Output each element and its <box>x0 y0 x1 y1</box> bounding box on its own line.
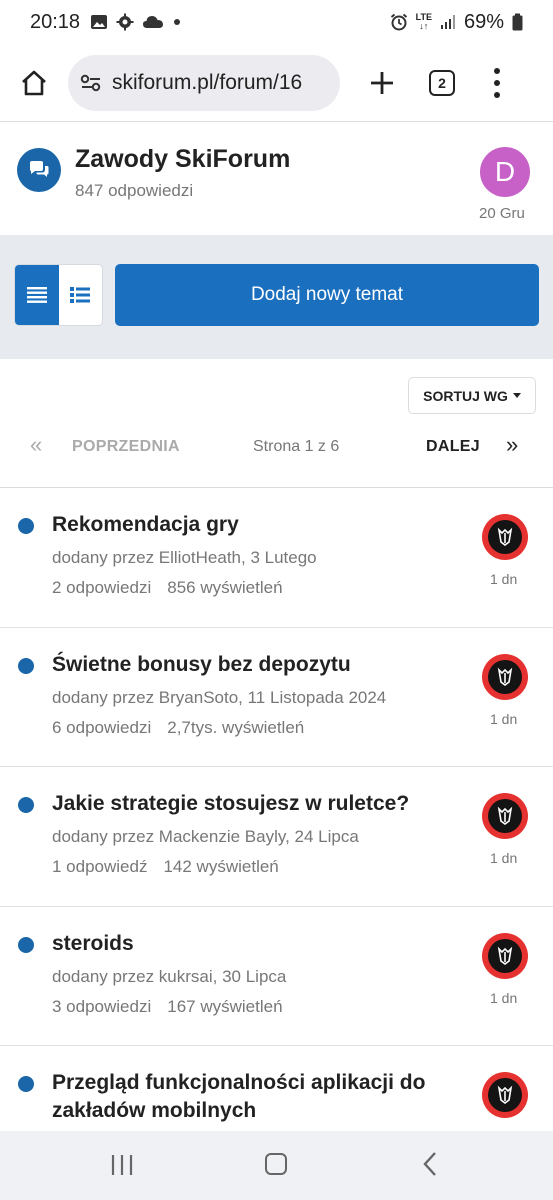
topic-meta: dodany przez ElliotHeath, 3 Lutego <box>52 548 317 567</box>
unread-dot-icon <box>18 1076 34 1092</box>
browser-toolbar: skiforum.pl/forum/16 2 <box>0 44 553 122</box>
unread-dot-icon <box>18 657 34 674</box>
menu-dot-icon <box>494 91 500 98</box>
battery-percent: 69% <box>463 10 504 33</box>
first-page-button[interactable]: « <box>30 434 42 456</box>
poster-avatar[interactable] <box>482 793 528 839</box>
topic-title[interactable]: Świetne bonusy bez depozytu <box>52 651 467 679</box>
category-title: Zawody SkiForum <box>75 145 291 173</box>
next-page-button[interactable]: DALEJ <box>426 438 480 456</box>
topic-title[interactable]: Rekomendacja gry <box>52 511 467 539</box>
plus-icon <box>371 71 393 94</box>
alarm-icon <box>390 13 407 31</box>
topic-views: 167 wyświetleń <box>167 996 283 1016</box>
last-page-button[interactable]: » <box>506 434 518 456</box>
last-post-date: 20 Gru <box>479 205 525 222</box>
emblem-icon <box>497 946 513 965</box>
sort-label: SORTUJ WG <box>423 387 508 404</box>
signal-icon <box>440 15 455 29</box>
tab-count: 2 <box>429 69 455 96</box>
topic-views: 142 wyświetleń <box>163 857 279 876</box>
topic-age: 1 dn <box>490 989 518 1006</box>
tab-switcher-button[interactable]: 2 <box>422 63 462 103</box>
topic-title[interactable]: steroids <box>52 930 467 958</box>
topic-age: 1 dn <box>490 850 518 866</box>
topic-meta: dodany przez kukrsai, 30 Lipca <box>52 966 287 986</box>
unread-dot-icon <box>18 936 34 953</box>
network-type: LTE ↓↑ <box>415 12 432 31</box>
topic-stats: 1 odpowiedź 142 wyświetleń <box>52 857 279 877</box>
category-header: Zawody SkiForum 847 odpowiedzi D 20 Gru <box>0 123 553 235</box>
topic-age: 1 dn <box>490 710 518 727</box>
notification-dot-icon <box>174 19 181 25</box>
poster-avatar[interactable] <box>482 1072 528 1118</box>
topic-toolbar: Dodaj nowy temat <box>0 235 553 359</box>
topic-stats: 3 odpowiedzi 167 wyświetleń <box>52 997 283 1017</box>
topic-meta: dodany przez Mackenzie Bayly, 24 Lipca <box>52 827 359 846</box>
topic-row[interactable]: steroids dodany przez kukrsai, 30 Lipca … <box>0 907 553 1046</box>
cloud-icon <box>143 16 164 28</box>
previous-page-button[interactable]: POPRZEDNIA <box>72 438 180 456</box>
unread-dot-icon <box>18 518 34 534</box>
browser-home-button[interactable] <box>14 63 54 103</box>
topic-age: 1 dn <box>490 571 518 587</box>
topic-replies: 3 odpowiedzi <box>52 996 152 1016</box>
gallery-icon <box>91 15 108 29</box>
status-time: 20:18 <box>30 10 81 33</box>
poster-avatar[interactable] <box>482 932 528 979</box>
category-chat-icon <box>17 148 61 192</box>
battery-icon <box>512 13 523 31</box>
address-bar[interactable]: skiforum.pl/forum/16 <box>68 54 340 111</box>
compact-view-button[interactable] <box>15 265 59 325</box>
pagination: « POPRZEDNIA Strona 1 z 6 DALEJ » <box>0 427 553 467</box>
topic-row[interactable]: Jakie strategie stosujesz w ruletce? dod… <box>0 767 553 907</box>
topic-replies: 6 odpowiedzi <box>52 717 152 737</box>
unread-dot-icon <box>18 797 34 813</box>
topic-stats: 6 odpowiedzi 2,7tys. wyświetleń <box>52 718 304 738</box>
view-toggle <box>14 264 103 326</box>
new-topic-button[interactable]: Dodaj nowy temat <box>115 264 539 326</box>
topic-views: 2,7tys. wyświetleń <box>167 717 305 737</box>
recent-apps-icon[interactable] <box>110 1154 134 1176</box>
topic-title[interactable]: Jakie strategie stosujesz w ruletce? <box>52 790 467 818</box>
poster-avatar[interactable] <box>482 514 528 560</box>
emblem-icon <box>497 667 513 686</box>
home-nav-icon[interactable] <box>265 1153 287 1175</box>
topic-list: Rekomendacja gry dodany przez ElliotHeat… <box>0 488 553 1186</box>
topic-stats: 2 odpowiedzi 856 wyświetleń <box>52 578 283 598</box>
emblem-icon <box>497 527 513 546</box>
expanded-view-button[interactable] <box>58 265 102 325</box>
topic-title[interactable]: Przegląd funkcjonalności aplikacji do za… <box>52 1069 467 1125</box>
topic-replies: 1 odpowiedź <box>52 857 148 876</box>
home-icon <box>22 70 46 95</box>
browser-menu-button[interactable] <box>482 63 512 103</box>
poster-avatar[interactable] <box>482 653 528 700</box>
topic-row[interactable]: Świetne bonusy bez depozytu dodany przez… <box>0 628 553 767</box>
last-poster-avatar[interactable]: D <box>480 147 530 197</box>
topic-meta: dodany przez BryanSoto, 11 Listopada 202… <box>52 687 387 707</box>
settings-gear-icon <box>116 13 134 31</box>
topic-row[interactable]: Rekomendacja gry dodany przez ElliotHeat… <box>0 488 553 628</box>
topic-views: 856 wyświetleń <box>167 578 283 597</box>
sort-dropdown[interactable]: SORTUJ WG <box>408 377 536 414</box>
back-nav-icon[interactable] <box>422 1151 438 1177</box>
topic-replies: 2 odpowiedzi <box>52 578 152 597</box>
status-bar: 20:18 LTE ↓↑ 69% <box>0 0 553 44</box>
caret-down-icon <box>512 393 521 398</box>
new-tab-button[interactable] <box>362 63 402 103</box>
system-nav-bar <box>0 1131 553 1200</box>
page-indicator: Strona 1 z 6 <box>253 438 340 455</box>
emblem-icon <box>497 806 513 825</box>
category-reply-count: 847 odpowiedzi <box>75 181 194 200</box>
menu-dot-icon <box>494 79 500 86</box>
url-text: skiforum.pl/forum/16 <box>112 70 303 94</box>
list-compact-icon <box>26 287 47 303</box>
emblem-icon <box>497 1085 513 1104</box>
list-detail-icon <box>70 287 91 303</box>
site-settings-icon[interactable] <box>80 73 102 93</box>
menu-dot-icon <box>494 67 500 74</box>
